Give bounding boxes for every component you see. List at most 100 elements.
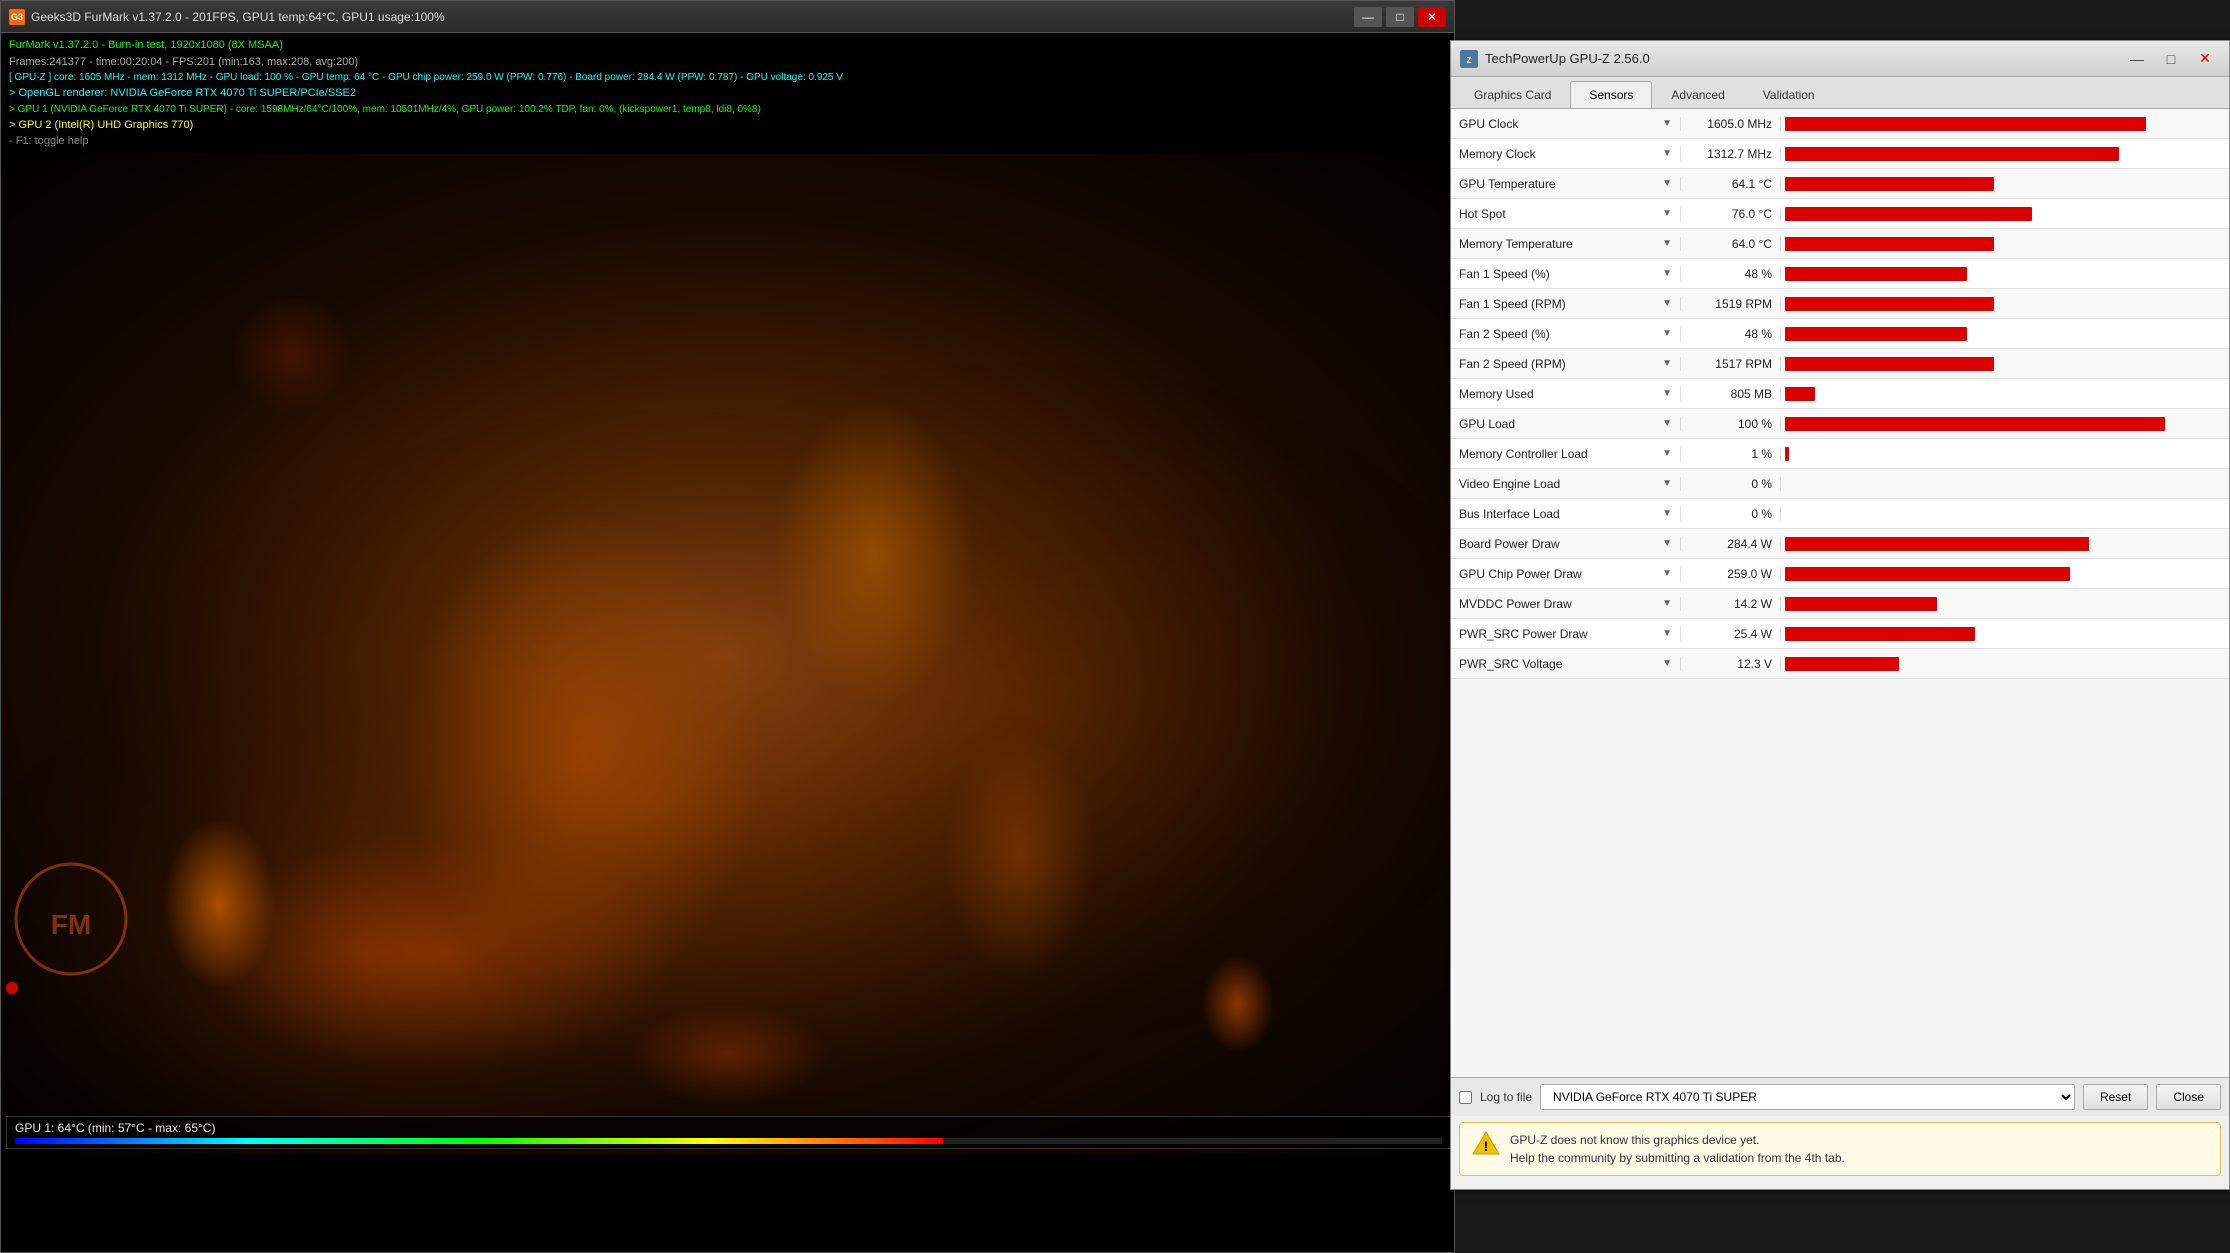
sensor-row: GPU Load ▼ 100 % — [1451, 409, 2229, 439]
sensor-row: Fan 1 Speed (RPM) ▼ 1519 RPM — [1451, 289, 2229, 319]
gpuz-sensors-content: GPU Clock ▼ 1605.0 MHz Memory Clock ▼ 13… — [1451, 109, 2229, 1077]
sensor-bar-container — [1781, 567, 2229, 581]
sensor-dropdown-icon[interactable]: ▼ — [1662, 118, 1672, 129]
sensor-dropdown-icon[interactable]: ▼ — [1662, 328, 1672, 339]
gpuz-titlebar: Z TechPowerUp GPU-Z 2.56.0 — □ ✕ — [1451, 41, 2229, 77]
tab-validation[interactable]: Validation — [1744, 81, 1834, 108]
sensor-name: Board Power Draw ▼ — [1451, 537, 1681, 551]
gpuz-icon: Z — [1459, 49, 1479, 69]
sensor-bar-container — [1781, 237, 2229, 251]
sensor-bar — [1785, 417, 2165, 431]
gpuz-maximize-btn[interactable]: □ — [2155, 46, 2187, 72]
sensor-name: PWR_SRC Power Draw ▼ — [1451, 627, 1681, 641]
sensor-row: PWR_SRC Voltage ▼ 12.3 V — [1451, 649, 2229, 679]
gpuz-minimize-btn[interactable]: — — [2121, 46, 2153, 72]
sensor-row: GPU Clock ▼ 1605.0 MHz — [1451, 109, 2229, 139]
furmark-info-line7: - F1: toggle help — [9, 133, 1446, 150]
sensor-dropdown-icon[interactable]: ▼ — [1662, 238, 1672, 249]
sensor-bar — [1785, 537, 2089, 551]
sensor-dropdown-icon[interactable]: ▼ — [1662, 628, 1672, 639]
furmark-info-line5: > GPU 1 (NVIDIA GeForce RTX 4070 Ti SUPE… — [9, 102, 1446, 117]
furmark-close-btn[interactable]: ✕ — [1418, 7, 1446, 27]
sensor-value: 64.1 °C — [1681, 177, 1781, 191]
sensor-name: Fan 1 Speed (%) ▼ — [1451, 267, 1681, 281]
gpuz-titlebar-buttons[interactable]: — □ ✕ — [2121, 46, 2221, 72]
sensor-value: 1519 RPM — [1681, 297, 1781, 311]
gpu-temp-overlay: GPU 1: 64°C (min: 57°C - max: 65°C) — [6, 1116, 1451, 1149]
sensor-bar-container — [1781, 207, 2229, 221]
sensor-bar-container — [1781, 357, 2229, 371]
sensor-bar-container — [1781, 387, 2229, 401]
sensor-dropdown-icon[interactable]: ▼ — [1662, 298, 1672, 309]
gpu-temp-bar-fill — [15, 1138, 943, 1144]
sensor-row: MVDDC Power Draw ▼ 14.2 W — [1451, 589, 2229, 619]
sensor-dropdown-icon[interactable]: ▼ — [1662, 478, 1672, 489]
tab-advanced[interactable]: Advanced — [1652, 81, 1743, 108]
close-button[interactable]: Close — [2156, 1084, 2221, 1110]
furmark-info-line4: > OpenGL renderer: NVIDIA GeForce RTX 40… — [9, 85, 1446, 102]
gpuz-bottom-bar: Log to file NVIDIA GeForce RTX 4070 Ti S… — [1451, 1077, 2229, 1116]
sensor-row: Fan 2 Speed (%) ▼ 48 % — [1451, 319, 2229, 349]
sensor-dropdown-icon[interactable]: ▼ — [1662, 268, 1672, 279]
sensor-value: 48 % — [1681, 327, 1781, 341]
furmark-maximize-btn[interactable]: □ — [1386, 7, 1414, 27]
gpuz-notification: ! GPU-Z does not know this graphics devi… — [1459, 1122, 2221, 1176]
sensor-dropdown-icon[interactable]: ▼ — [1662, 208, 1672, 219]
sensor-dropdown-icon[interactable]: ▼ — [1662, 538, 1672, 549]
sensor-bar-container — [1781, 537, 2229, 551]
sensor-dropdown-icon[interactable]: ▼ — [1662, 508, 1672, 519]
svg-text:Z: Z — [1467, 56, 1472, 65]
sensor-dropdown-icon[interactable]: ▼ — [1662, 658, 1672, 669]
furmark-info-line3: [ GPU-Z ] core: 1605 MHz - mem: 1312 MHz… — [9, 70, 1446, 85]
sensor-dropdown-icon[interactable]: ▼ — [1662, 148, 1672, 159]
log-to-file-checkbox[interactable] — [1459, 1091, 1472, 1104]
gpu-temp-bar — [15, 1138, 1442, 1144]
furmark-logo: FM — [11, 859, 131, 984]
sensor-row: Memory Clock ▼ 1312.7 MHz — [1451, 139, 2229, 169]
sensor-name: Video Engine Load ▼ — [1451, 477, 1681, 491]
sensor-name: Memory Clock ▼ — [1451, 147, 1681, 161]
sensor-bar-container — [1781, 597, 2229, 611]
sensor-value: 0 % — [1681, 507, 1781, 521]
sensor-row: Memory Used ▼ 805 MB — [1451, 379, 2229, 409]
sensor-name: PWR_SRC Voltage ▼ — [1451, 657, 1681, 671]
sensor-row: Bus Interface Load ▼ 0 % — [1451, 499, 2229, 529]
sensor-name: GPU Clock ▼ — [1451, 117, 1681, 131]
svg-text:FM: FM — [51, 909, 91, 940]
gpuz-close-btn[interactable]: ✕ — [2189, 46, 2221, 72]
sensor-value: 1517 RPM — [1681, 357, 1781, 371]
tab-graphics-card[interactable]: Graphics Card — [1455, 81, 1570, 108]
sensor-dropdown-icon[interactable]: ▼ — [1662, 598, 1672, 609]
sensor-dropdown-icon[interactable]: ▼ — [1662, 418, 1672, 429]
sensor-row: Video Engine Load ▼ 0 % — [1451, 469, 2229, 499]
furmark-titlebar-buttons: — □ ✕ — [1354, 7, 1446, 27]
furmark-title: Geeks3D FurMark v1.37.2.0 - 201FPS, GPU1… — [31, 10, 445, 24]
sensor-bar — [1785, 327, 1967, 341]
gpu-selector[interactable]: NVIDIA GeForce RTX 4070 Ti SUPER — [1540, 1084, 2075, 1110]
sensor-dropdown-icon[interactable]: ▼ — [1662, 178, 1672, 189]
gpuz-notification-text: GPU-Z does not know this graphics device… — [1510, 1131, 1845, 1167]
sensor-bar — [1785, 357, 1994, 371]
tab-sensors[interactable]: Sensors — [1570, 81, 1652, 108]
sensor-row: Memory Temperature ▼ 64.0 °C — [1451, 229, 2229, 259]
sensor-name: MVDDC Power Draw ▼ — [1451, 597, 1681, 611]
sensor-name: GPU Temperature ▼ — [1451, 177, 1681, 191]
sensor-dropdown-icon[interactable]: ▼ — [1662, 388, 1672, 399]
sensor-bar — [1785, 267, 1967, 281]
sensor-bar-container — [1781, 417, 2229, 431]
sensor-dropdown-icon[interactable]: ▼ — [1662, 448, 1672, 459]
sensor-dropdown-icon[interactable]: ▼ — [1662, 358, 1672, 369]
furmark-titlebar: G3 Geeks3D FurMark v1.37.2.0 - 201FPS, G… — [1, 1, 1454, 33]
furmark-info-line1: FurMark v1.37.2.0 - Burn-in test, 1920x1… — [9, 37, 1446, 54]
furmark-icon: G3 — [9, 9, 25, 25]
reset-button[interactable]: Reset — [2083, 1084, 2148, 1110]
gpuz-tabs: Graphics Card Sensors Advanced Validatio… — [1451, 77, 2229, 109]
sensor-bar-container — [1781, 297, 2229, 311]
sensor-dropdown-icon[interactable]: ▼ — [1662, 568, 1672, 579]
sensor-name: Memory Temperature ▼ — [1451, 237, 1681, 251]
sensor-row: Fan 1 Speed (%) ▼ 48 % — [1451, 259, 2229, 289]
sensor-value: 1 % — [1681, 447, 1781, 461]
sensor-value: 76.0 °C — [1681, 207, 1781, 221]
furmark-minimize-btn[interactable]: — — [1354, 7, 1382, 27]
sensor-value: 1605.0 MHz — [1681, 117, 1781, 131]
